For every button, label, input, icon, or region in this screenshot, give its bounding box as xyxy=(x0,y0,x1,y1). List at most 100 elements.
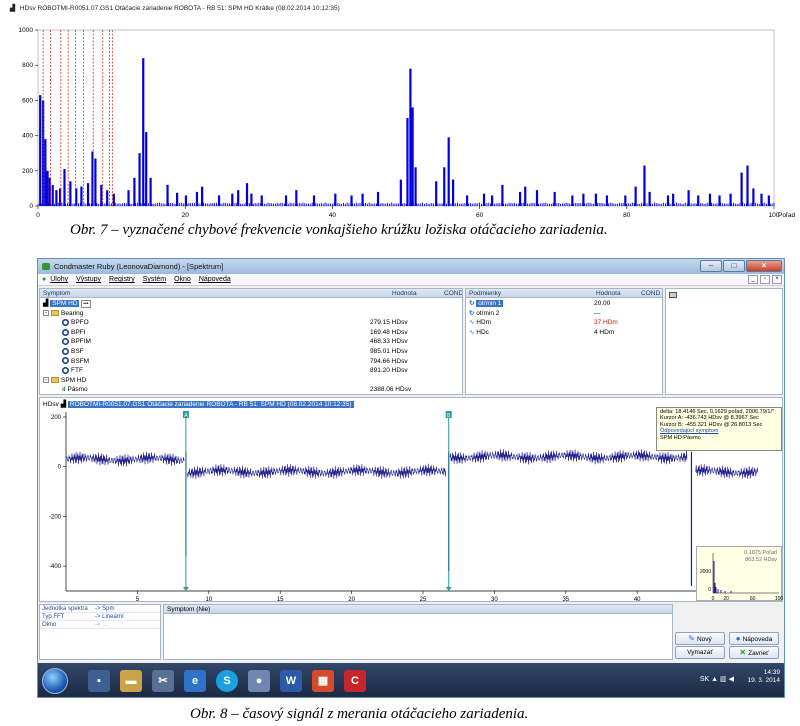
taskbar-explorer-icon[interactable]: ▪ xyxy=(88,670,110,692)
start-button[interactable] xyxy=(42,668,68,694)
taskbar-app-icon[interactable]: ● xyxy=(248,670,270,692)
close-window-button[interactable]: × xyxy=(746,260,782,272)
inset-bar xyxy=(715,587,717,593)
mdi-close-button[interactable]: × xyxy=(772,275,782,284)
matching-symptom-value: SPM HD:Pásmo xyxy=(660,434,701,441)
delete-button[interactable]: Vymazať xyxy=(675,646,725,659)
fig7-bar xyxy=(176,192,179,206)
col-cond-value[interactable]: Hodnota xyxy=(596,289,621,298)
tree-item-bpfim[interactable]: BPFIM 468.33 HDsv xyxy=(40,337,462,347)
taskbar-condmaster-icon[interactable]: C xyxy=(344,670,366,692)
taskbar-folder-icon[interactable]: ▬ xyxy=(120,670,142,692)
taskbar-tool-icon[interactable]: ✂ xyxy=(152,670,174,692)
col-cond-cond[interactable]: COND xyxy=(641,289,660,298)
tree-item-bsf[interactable]: BSF 985.01 HDsv xyxy=(40,347,462,357)
new-button[interactable]: ✎ Nový xyxy=(675,632,725,645)
fig7-bar xyxy=(697,195,700,206)
fig7-bar xyxy=(666,195,670,206)
tree-item-ftf[interactable]: FTF 891.20 HDsv xyxy=(40,366,462,376)
condition-name: HDc xyxy=(476,328,489,336)
inset-bar xyxy=(717,589,719,593)
minimize-button[interactable]: – xyxy=(700,260,722,272)
menu-item-napoveda[interactable]: Nápoveda xyxy=(199,274,231,285)
fig7-bar xyxy=(231,193,234,206)
fig7-bar xyxy=(166,184,169,206)
property-value[interactable]: -> Spm xyxy=(95,605,115,613)
window-title: Condmaster Ruby (LeonovaDiamond) - [Spek… xyxy=(54,262,224,271)
more-icon[interactable]: ••• xyxy=(81,300,91,308)
fig7-bar xyxy=(767,195,770,206)
taskbar-office-icon[interactable]: ▦ xyxy=(312,670,334,692)
condmaster-logo-icon: ▟ xyxy=(60,401,67,408)
cursor-info-box: delta: 18.4146 Sec, 0.1629 poľad, 2006.7… xyxy=(656,407,782,451)
tray-arrow-icon[interactable]: ▲ xyxy=(711,676,718,683)
inset-xtick-label: 60 xyxy=(750,596,756,602)
tree-item-band[interactable]: ıl Pásmo 2388.06 HDsv xyxy=(40,385,462,394)
condmaster-small-logo-icon: ▟ xyxy=(43,300,49,307)
conditions-panel-header: Podmienky Hodnota COND xyxy=(466,289,662,298)
fig7-bar xyxy=(376,191,380,206)
camera-icon[interactable] xyxy=(669,292,677,298)
help-button[interactable]: ● Nápoveda xyxy=(729,632,779,645)
menu-item-okno[interactable]: Okno xyxy=(174,274,191,285)
symptom-value: 169.48 HDsv xyxy=(370,328,408,336)
mdi-restore-button[interactable]: ▫ xyxy=(760,275,770,284)
tray-date: 19. 3. 2014 xyxy=(747,677,780,684)
fig7-xtick-label: 60 xyxy=(476,212,484,218)
col-value[interactable]: Hodnota xyxy=(392,289,417,298)
fig7-bar xyxy=(201,186,204,206)
fig7-bar xyxy=(51,184,54,206)
property-row[interactable]: Jednotka spektra -> Spm xyxy=(40,605,160,613)
help-button-label: Nápoveda xyxy=(742,636,773,643)
fig7-bar xyxy=(435,181,438,206)
symptom-name: BPFIM xyxy=(71,338,91,346)
tray-volume-icon[interactable]: ◀ xyxy=(729,676,734,683)
property-value[interactable]: -> Lineární xyxy=(95,613,124,621)
tray-network-icon[interactable]: ▥ xyxy=(720,676,727,683)
tray-clock[interactable]: 14:39 19. 3. 2014 xyxy=(747,669,780,685)
tree-item-bpfo[interactable]: BPFO 279.15 HDsv xyxy=(40,318,462,328)
col-cond[interactable]: COND xyxy=(444,289,462,298)
tray-lang[interactable]: SK xyxy=(700,676,709,683)
col-symptom[interactable]: Symptom xyxy=(43,289,70,298)
signal-xtick-label: 35 xyxy=(562,597,569,603)
maximize-button[interactable]: □ xyxy=(723,260,745,272)
fig7-x-unit: Poľad xyxy=(778,212,795,218)
collapse-icon[interactable]: − xyxy=(43,377,49,384)
fig7-xtick-label: 20 xyxy=(182,212,190,218)
mdi-minimize-button[interactable]: _ xyxy=(748,275,758,284)
tree-root[interactable]: ▟ SPM HD ••• xyxy=(40,299,462,309)
condition-row[interactable]: ↻ ot/min 2 --- xyxy=(466,309,662,319)
fig7-bar xyxy=(518,191,522,206)
taskbar-skype-icon[interactable]: S xyxy=(216,670,238,692)
signal-xtick-label: 5 xyxy=(136,597,140,603)
taskbar-ie-icon[interactable]: e xyxy=(184,670,206,692)
fig7-bar xyxy=(411,107,414,206)
menu-item-registry[interactable]: Registry xyxy=(109,274,135,285)
tree-item-bpfi[interactable]: BPFI 169.48 HDsv xyxy=(40,328,462,338)
close-button[interactable]: ✕ Zavrieť xyxy=(729,646,779,659)
tree-group-bearing[interactable]: − Bearing xyxy=(40,309,462,319)
fig7-ytick-label: 200 xyxy=(22,168,33,175)
menu-item-ulohy[interactable]: Úlohy xyxy=(50,274,68,285)
property-value[interactable]: -> ... xyxy=(95,621,107,629)
tray-icons[interactable]: SK ▲ ▥ ◀ xyxy=(700,675,734,683)
condition-row[interactable]: ↻ ot/min 1 20.00 xyxy=(466,299,662,309)
property-row[interactable]: Okno -> ... xyxy=(40,621,160,629)
tree-item-bsfm[interactable]: BSFM 794.66 HDsv xyxy=(40,357,462,367)
spectrum-inset[interactable]: 2000 0 0 20 60 100 0.1875 Poľad 863.52 HDsv xyxy=(696,546,783,602)
symptom-gear-icon xyxy=(62,357,69,365)
tree-group-spm[interactable]: − SPM HD xyxy=(40,376,462,386)
menu-item-system[interactable]: Systém xyxy=(143,274,166,285)
symptom-value: 468.33 HDsv xyxy=(370,338,408,346)
fig7-bar xyxy=(94,158,97,206)
figure-7-caption: Obr. 7 – vyznačené chybové frekvencie vo… xyxy=(70,222,608,238)
collapse-icon[interactable]: − xyxy=(43,309,49,316)
fig7-bar xyxy=(100,184,103,206)
menu-item-vystupy[interactable]: Výstupy xyxy=(76,274,101,285)
condition-row[interactable]: ∿ HDm 37 HDm xyxy=(466,318,662,328)
property-row[interactable]: Typ FFT -> Lineární xyxy=(40,613,160,621)
condition-row[interactable]: ∿ HDc 4 HDm xyxy=(466,328,662,338)
taskbar-word-icon[interactable]: W xyxy=(280,670,302,692)
col-conditions[interactable]: Podmienky xyxy=(469,289,501,298)
